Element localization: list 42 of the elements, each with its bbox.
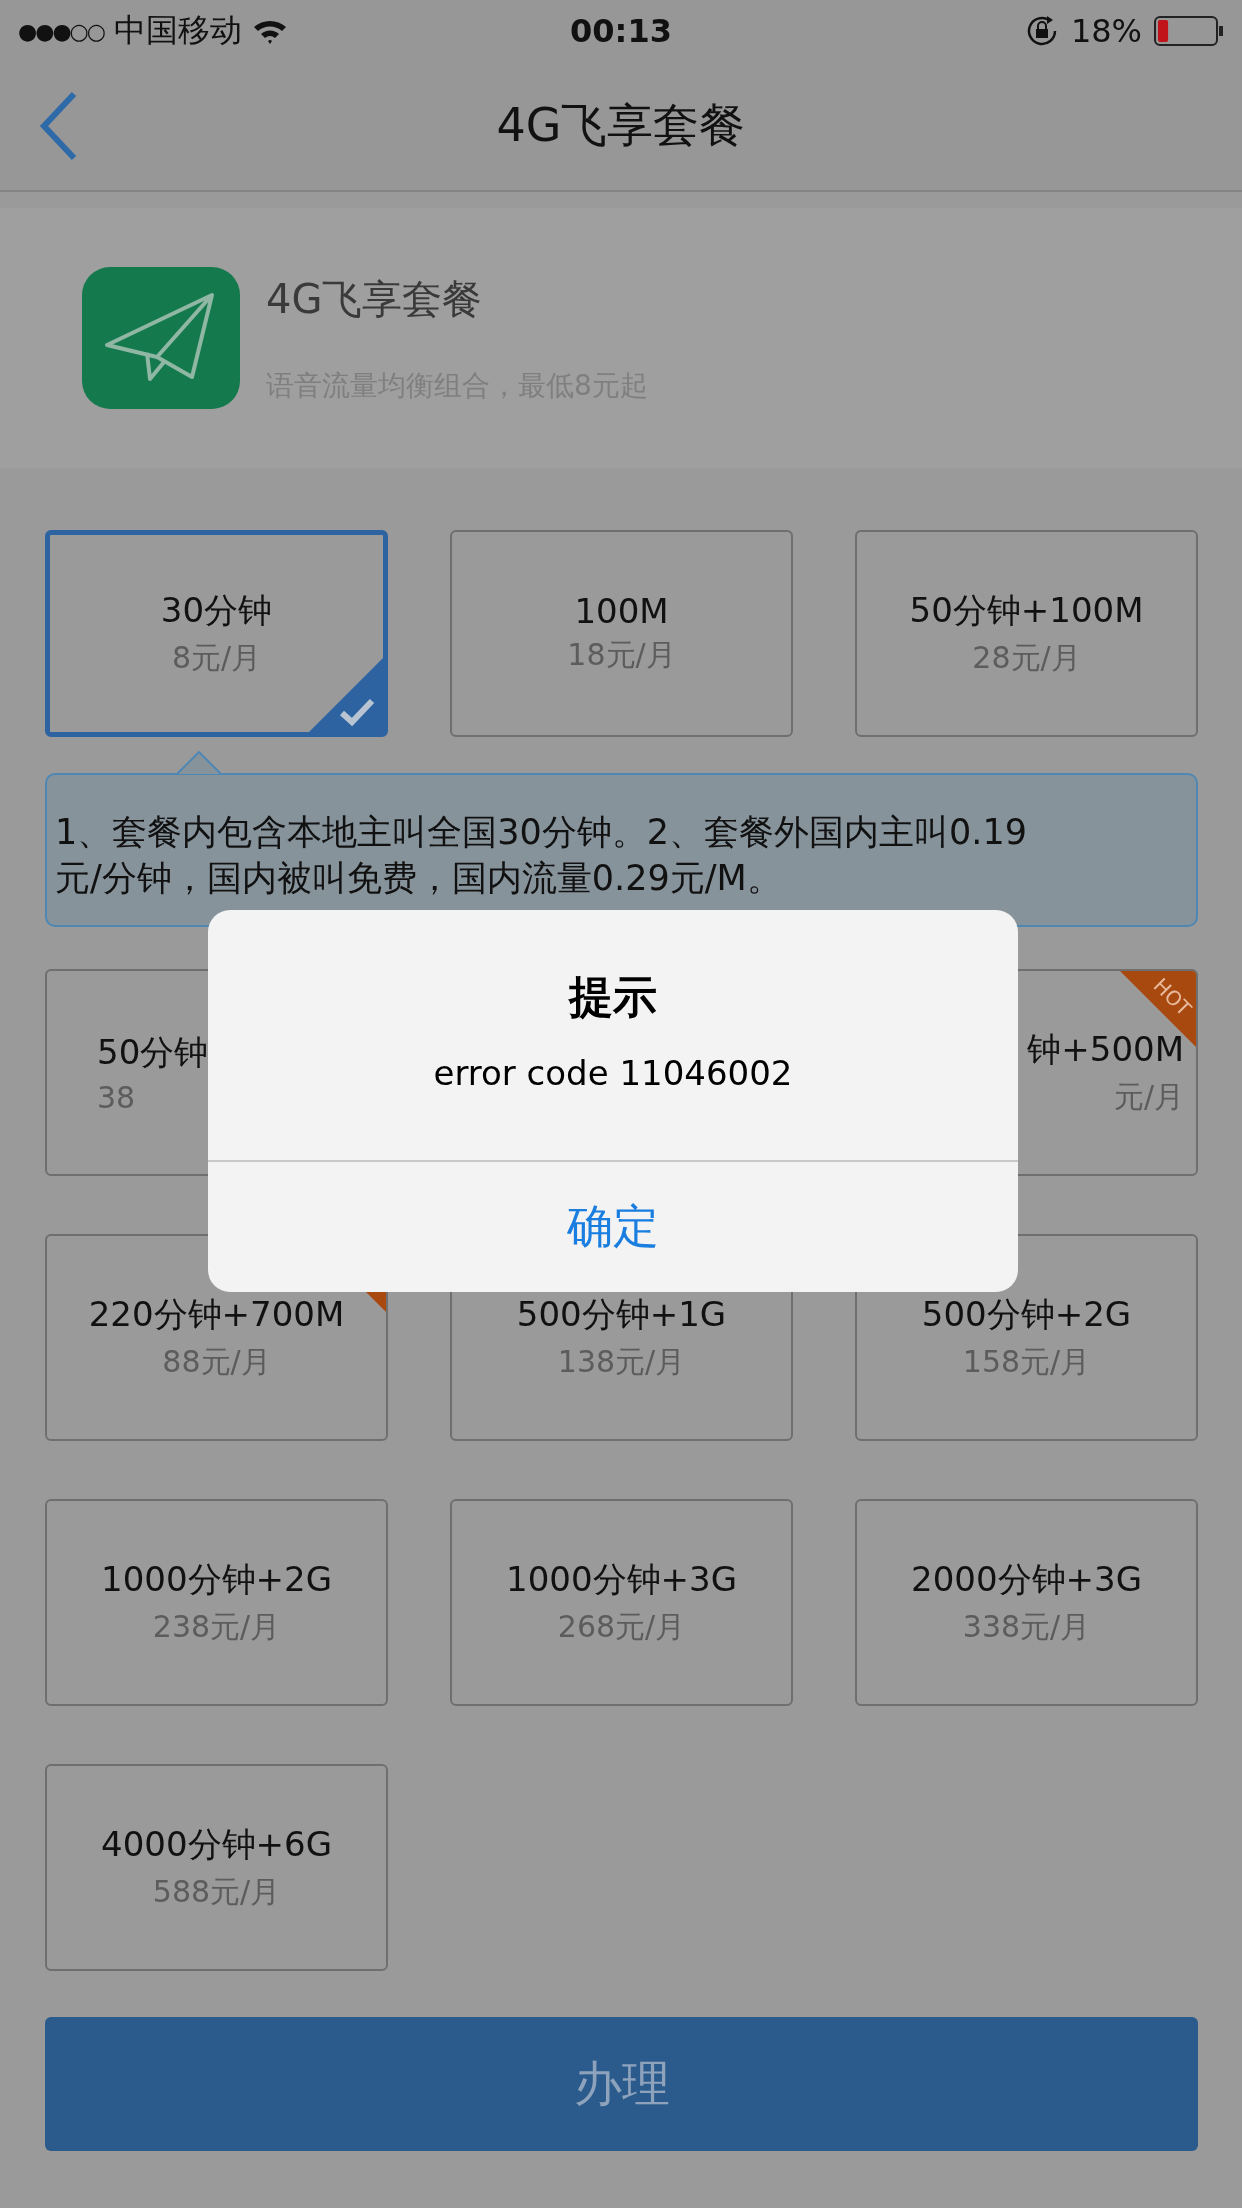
plan-price: 28元/月 (972, 639, 1081, 677)
plan-card[interactable]: 4000分钟+6G 588元/月 (45, 1764, 388, 1971)
plan-title: 50分钟+100M (909, 589, 1144, 632)
plan-title: 500分钟+2G (921, 1293, 1132, 1336)
plan-card[interactable]: 2000分钟+3G 338元/月 (855, 1499, 1198, 1706)
plan-title: 500分钟+1G (516, 1293, 727, 1336)
plan-title: 100M (574, 591, 669, 631)
status-time: 00:13 (570, 12, 672, 50)
plan-price: 元/月 (1113, 1078, 1184, 1116)
tooltip-text: 1、套餐内包含本地主叫全国30分钟。2、套餐外国内主叫0.19元/分钟，国内被叫免费，国内流量0.29元/M。 (55, 811, 1028, 900)
plan-title: 1000分钟+3G (506, 1558, 737, 1601)
plan-price: 268元/月 (557, 1608, 686, 1646)
dialog-message: error code 11046002 (433, 1053, 793, 1093)
plan-card[interactable]: 100M 18元/月 (450, 530, 793, 737)
plan-card[interactable]: 50分钟+100M 28元/月 (855, 530, 1198, 737)
plan-price: 88元/月 (162, 1343, 271, 1381)
battery-icon (1154, 15, 1224, 47)
paper-plane-icon (82, 267, 240, 409)
plan-title: 4000分钟+6G (101, 1823, 332, 1866)
plan-price: 158元/月 (962, 1343, 1091, 1381)
plan-price: 238元/月 (152, 1608, 281, 1646)
plan-price: 588元/月 (152, 1873, 281, 1911)
plan-price: 138元/月 (557, 1343, 686, 1381)
plan-price: 338元/月 (962, 1608, 1091, 1646)
signal-dots: ●●●○○ (18, 18, 104, 44)
plan-title: 1000分钟+2G (101, 1558, 332, 1601)
plan-price: 18元/月 (567, 636, 676, 674)
plan-price: 38 (97, 1080, 136, 1115)
carrier-name: 中国移动 (114, 10, 242, 51)
battery-percent: 18% (1070, 12, 1142, 50)
check-corner-icon (308, 657, 383, 732)
plan-card[interactable]: 30分钟 8元/月 (45, 530, 388, 737)
plan-price: 8元/月 (171, 639, 262, 677)
plan-title: 2000分钟+3G (911, 1558, 1142, 1601)
plan-title: 220分钟+700M (88, 1293, 345, 1336)
package-title: 4G飞享套餐 (266, 274, 484, 324)
nav-title: 4G飞享套餐 (496, 97, 746, 154)
plan-card[interactable]: 1000分钟+3G 268元/月 (450, 1499, 793, 1706)
plan-card[interactable]: 1000分钟+2G 238元/月 (45, 1499, 388, 1706)
dialog-title: 提示 (569, 970, 657, 1024)
plan-title: 30分钟 (160, 589, 273, 632)
plan-title: 50分钟 (97, 1031, 209, 1074)
